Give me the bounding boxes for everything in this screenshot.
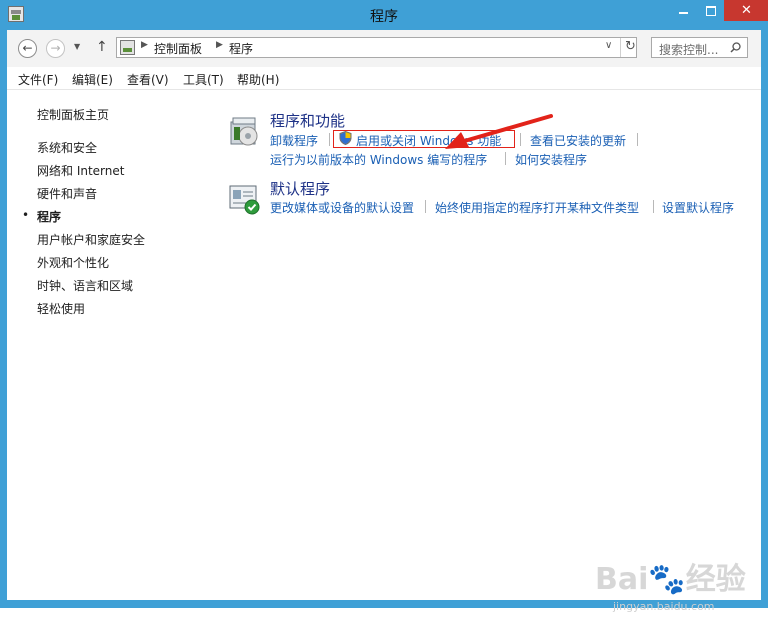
control-panel-home-link[interactable]: 控制面板主页	[37, 106, 109, 123]
category-title-default-programs[interactable]: 默认程序	[270, 178, 330, 199]
link-divider	[653, 200, 654, 213]
window-client-area: ← → ▼ ↑ ▶ 控制面板 ▶ 程序 ∨ ↻ 搜索控制... 文件(F) 编辑…	[7, 30, 761, 613]
title-bar[interactable]: 程序 ✕	[0, 0, 768, 30]
address-dropdown-icon[interactable]: ∨	[605, 40, 612, 51]
search-input[interactable]: 搜索控制...	[651, 37, 748, 58]
search-placeholder: 搜索控制...	[659, 43, 719, 57]
menu-help[interactable]: 帮助(H)	[237, 71, 279, 88]
sidebar-item-user-accounts[interactable]: 用户帐户和家庭安全	[37, 231, 145, 248]
search-icon[interactable]	[730, 42, 741, 53]
window-title: 程序	[370, 9, 398, 25]
breadcrumb-programs[interactable]: 程序	[229, 40, 253, 57]
link-divider	[637, 133, 638, 146]
control-panel-icon	[120, 40, 135, 55]
breadcrumb-separator-icon[interactable]: ▶	[141, 40, 148, 50]
menu-tools[interactable]: 工具(T)	[183, 71, 224, 88]
breadcrumb-separator-icon[interactable]: ▶	[216, 40, 223, 50]
category-title-programs-features[interactable]: 程序和功能	[270, 110, 345, 131]
baidu-jingyan-watermark: Bai🐾经验 jingyan.baidu.com	[595, 554, 746, 624]
change-media-device-defaults-link[interactable]: 更改媒体或设备的默认设置	[270, 199, 414, 216]
minimize-button[interactable]	[669, 0, 697, 21]
recent-locations-dropdown[interactable]: ▼	[74, 42, 80, 51]
control-panel-window: 程序 ✕ ← → ▼ ↑ ▶ 控制面板 ▶ 程序 ∨ ↻ 搜索控制... 文件(…	[0, 0, 768, 613]
menu-bar: 文件(F) 编辑(E) 查看(V) 工具(T) 帮助(H)	[7, 67, 761, 90]
watermark-url: jingyan.baidu.com	[613, 600, 715, 613]
menu-view[interactable]: 查看(V)	[127, 71, 169, 88]
back-button[interactable]: ←	[18, 39, 37, 58]
close-button[interactable]: ✕	[724, 0, 768, 21]
close-icon: ✕	[741, 3, 752, 18]
sidebar-item-appearance[interactable]: 外观和个性化	[37, 254, 109, 271]
sidebar-item-clock-language-region[interactable]: 时钟、语言和区域	[37, 277, 133, 294]
sidebar-item-ease-of-access[interactable]: 轻松使用	[37, 300, 85, 317]
navigation-bar: ← → ▼ ↑ ▶ 控制面板 ▶ 程序 ∨ ↻ 搜索控制...	[7, 30, 761, 67]
breadcrumb-control-panel[interactable]: 控制面板	[154, 40, 202, 57]
watermark-logo: Bai🐾经验	[595, 562, 746, 597]
red-pointer-arrow	[445, 114, 553, 149]
sidebar-item-hardware-sound[interactable]: 硬件和声音	[37, 185, 97, 202]
always-open-file-type-link[interactable]: 始终使用指定的程序打开某种文件类型	[435, 199, 639, 216]
main-content: 程序和功能 卸载程序 启用或关闭 Windows 功能 查看已安装的更新 运行为…	[207, 90, 761, 600]
link-divider	[329, 133, 330, 146]
current-page-bullet-icon: •	[22, 208, 30, 222]
maximize-button[interactable]	[697, 0, 724, 21]
refresh-icon[interactable]: ↻	[625, 39, 636, 54]
address-divider	[620, 38, 621, 57]
minimize-icon	[678, 12, 688, 14]
menu-edit[interactable]: 编辑(E)	[72, 71, 113, 88]
left-navigation-pane: 控制面板主页 系统和安全 网络和 Internet 硬件和声音 • 程序 用户帐…	[7, 90, 207, 600]
sidebar-item-programs: 程序	[37, 210, 62, 224]
forward-button[interactable]: →	[46, 39, 65, 58]
address-bar[interactable]: ▶ 控制面板 ▶ 程序 ∨ ↻	[116, 37, 637, 58]
programs-features-icon[interactable]	[228, 114, 262, 148]
link-divider	[425, 200, 426, 213]
maximize-icon	[705, 6, 716, 16]
set-default-programs-link[interactable]: 设置默认程序	[662, 199, 734, 216]
menu-file[interactable]: 文件(F)	[18, 71, 58, 88]
sidebar-item-network-internet[interactable]: 网络和 Internet	[37, 162, 124, 179]
uninstall-program-link[interactable]: 卸载程序	[270, 132, 318, 149]
default-programs-icon[interactable]	[228, 181, 262, 215]
up-button[interactable]: ↑	[96, 39, 108, 55]
sidebar-item-system-security[interactable]: 系统和安全	[37, 139, 97, 156]
